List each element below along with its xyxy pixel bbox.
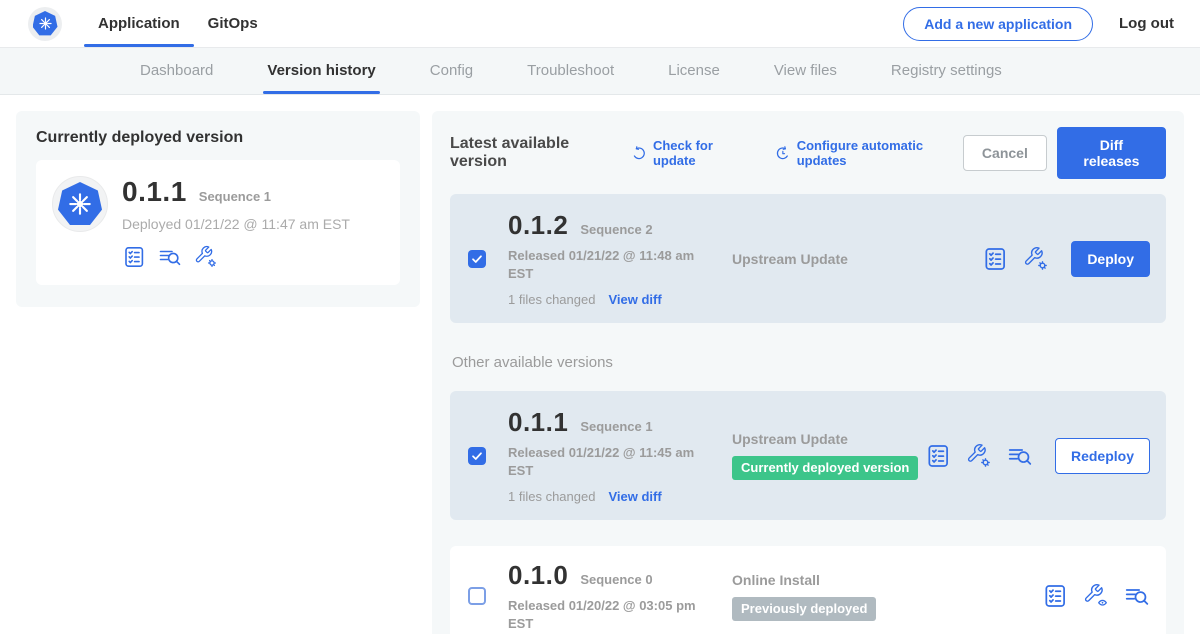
preflight-checks-icon[interactable]	[1042, 583, 1068, 609]
version-source: Upstream Update	[732, 431, 925, 447]
version-sequence: Sequence 2	[580, 222, 652, 237]
released-timestamp: Released 01/21/22 @ 11:45 am EST	[508, 444, 700, 479]
preflight-checks-icon[interactable]	[925, 443, 951, 469]
checkmark-icon	[471, 253, 483, 265]
version-number: 0.1.2	[508, 210, 568, 241]
version-sequence: Sequence 1	[580, 419, 652, 434]
version-checkbox[interactable]	[468, 447, 486, 465]
version-info: 0.1.0 Sequence 0 Released 01/20/22 @ 03:…	[508, 560, 720, 632]
tab-application[interactable]: Application	[84, 0, 194, 47]
deploy-logs-icon[interactable]	[1007, 443, 1033, 469]
version-checkbox[interactable]	[468, 587, 486, 605]
version-actions: Deploy	[982, 241, 1150, 277]
version-info: 0.1.2 Sequence 2 Released 01/21/22 @ 11:…	[508, 210, 720, 307]
diff-releases-button[interactable]: Diff releases	[1057, 127, 1166, 179]
deploy-button[interactable]: Deploy	[1071, 241, 1150, 277]
version-number: 0.1.1	[508, 407, 568, 438]
version-source: Online Install	[732, 572, 1042, 588]
preflight-checks-icon[interactable]	[982, 246, 1008, 272]
version-source-col: Upstream Update	[720, 251, 982, 267]
view-diff-link[interactable]: View diff	[608, 292, 661, 307]
view-diff-link[interactable]: View diff	[608, 489, 661, 504]
helm-wheel-icon	[37, 15, 54, 32]
released-timestamp: Released 01/21/22 @ 11:48 am EST	[508, 247, 700, 282]
version-source-col: Upstream Update Currently deployed versi…	[720, 431, 925, 480]
currently-deployed-panel: Currently deployed version 0.1.1 Sequenc…	[16, 111, 420, 307]
kubernetes-heptagon	[33, 11, 58, 36]
main-content: Currently deployed version 0.1.1 Sequenc…	[0, 95, 1200, 634]
view-config-icon[interactable]	[1083, 583, 1109, 609]
other-available-versions-title: Other available versions	[452, 354, 1166, 371]
version-checkbox[interactable]	[468, 250, 486, 268]
kubernetes-logo	[28, 7, 62, 41]
version-sequence: Sequence 0	[580, 572, 652, 587]
available-versions-panel: Latest available version Check for updat…	[432, 111, 1184, 634]
edit-config-icon[interactable]	[1023, 246, 1049, 272]
version-number: 0.1.0	[508, 560, 568, 591]
tab-view-files[interactable]: View files	[774, 48, 837, 94]
files-changed-label: 1 files changed	[508, 292, 595, 307]
add-application-button[interactable]: Add a new application	[903, 7, 1093, 41]
auto-update-schedule-icon	[775, 145, 791, 162]
preflight-checks-icon[interactable]	[122, 245, 146, 269]
deployed-version-number: 0.1.1	[122, 176, 187, 208]
version-info: 0.1.1 Sequence 1 Released 01/21/22 @ 11:…	[508, 407, 720, 504]
logout-button[interactable]: Log out	[1119, 15, 1174, 32]
app-logo	[52, 176, 108, 232]
tab-license[interactable]: License	[668, 48, 720, 94]
check-for-update-label: Check for update	[653, 138, 751, 168]
edit-config-icon[interactable]	[194, 245, 218, 269]
tab-gitops[interactable]: GitOps	[194, 0, 272, 47]
edit-config-icon[interactable]	[966, 443, 992, 469]
version-source: Upstream Update	[732, 251, 982, 267]
version-row-0-1-2: 0.1.2 Sequence 2 Released 01/21/22 @ 11:…	[450, 194, 1166, 323]
deployed-panel-title: Currently deployed version	[36, 129, 400, 147]
version-actions: Redeploy	[925, 438, 1150, 474]
tab-version-history[interactable]: Version history	[267, 48, 375, 94]
deploy-logs-icon[interactable]	[158, 245, 182, 269]
latest-available-title: Latest available version	[450, 135, 617, 171]
version-source-col: Online Install Previously deployed	[720, 572, 1042, 621]
top-nav-right: Add a new application Log out	[903, 7, 1174, 41]
deployed-sequence: Sequence 1	[199, 189, 271, 204]
available-panel-header: Latest available version Check for updat…	[450, 127, 1166, 179]
top-nav-tabs: Application GitOps	[84, 0, 272, 47]
redeploy-button[interactable]: Redeploy	[1055, 438, 1150, 474]
files-changed-label: 1 files changed	[508, 489, 595, 504]
released-timestamp: Released 01/20/22 @ 03:05 pm EST	[508, 597, 700, 632]
deployed-version-info: 0.1.1 Sequence 1 Deployed 01/21/22 @ 11:…	[122, 176, 350, 269]
version-actions	[1042, 583, 1150, 609]
tab-dashboard[interactable]: Dashboard	[140, 48, 213, 94]
top-nav: Application GitOps Add a new application…	[0, 0, 1200, 48]
kubernetes-heptagon	[58, 182, 102, 226]
tab-troubleshoot[interactable]: Troubleshoot	[527, 48, 614, 94]
deployed-timestamp: Deployed 01/21/22 @ 11:47 am EST	[122, 216, 350, 232]
helm-wheel-icon	[65, 189, 95, 219]
previously-deployed-badge: Previously deployed	[732, 597, 876, 621]
checkmark-icon	[471, 450, 483, 462]
version-row-0-1-1: 0.1.1 Sequence 1 Released 01/21/22 @ 11:…	[450, 391, 1166, 520]
deploy-logs-icon[interactable]	[1124, 583, 1150, 609]
currently-deployed-badge: Currently deployed version	[732, 456, 918, 480]
tab-config[interactable]: Config	[430, 48, 473, 94]
version-row-0-1-0: 0.1.0 Sequence 0 Released 01/20/22 @ 03:…	[450, 546, 1166, 634]
configure-automatic-updates-link[interactable]: Configure automatic updates	[775, 138, 963, 168]
configure-automatic-updates-label: Configure automatic updates	[797, 138, 963, 168]
app-sub-nav: Dashboard Version history Config Trouble…	[0, 48, 1200, 95]
refresh-icon	[631, 145, 647, 162]
cancel-button[interactable]: Cancel	[963, 135, 1047, 171]
check-for-update-link[interactable]: Check for update	[631, 138, 751, 168]
tab-registry-settings[interactable]: Registry settings	[891, 48, 1002, 94]
deployed-version-card: 0.1.1 Sequence 1 Deployed 01/21/22 @ 11:…	[36, 160, 400, 285]
